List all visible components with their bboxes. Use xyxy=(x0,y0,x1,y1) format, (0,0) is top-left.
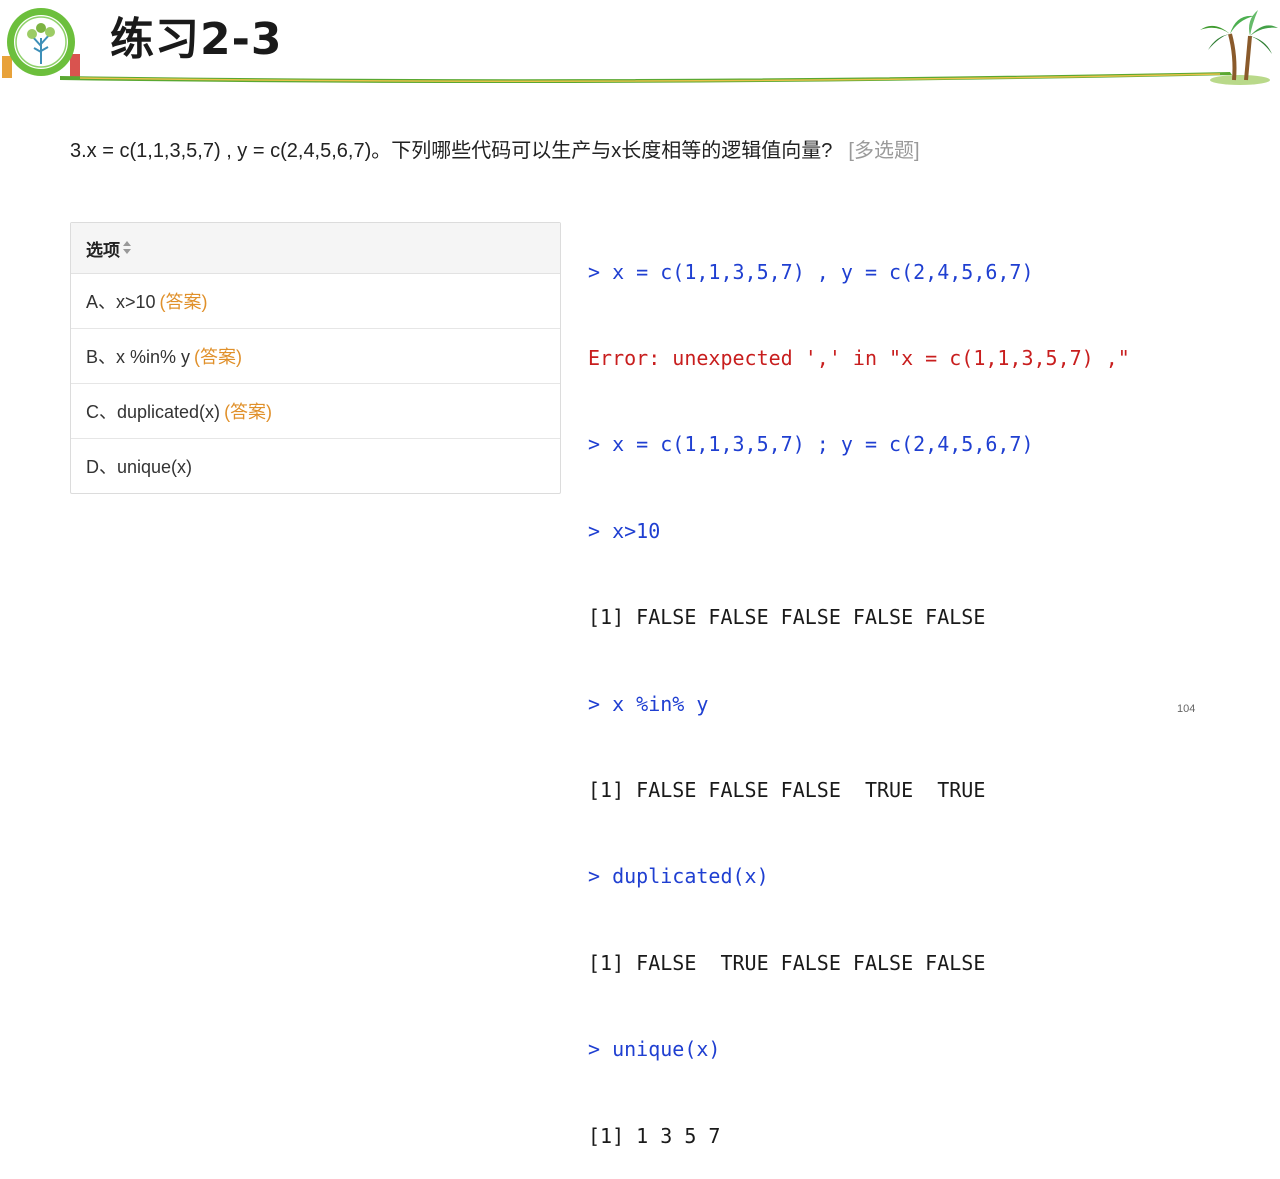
option-row-a[interactable]: A、x>10 (答案) xyxy=(71,274,560,329)
header-divider xyxy=(60,72,1232,84)
sort-icon[interactable] xyxy=(123,241,131,255)
console-output-line: [1] 1 3 5 7 xyxy=(588,1123,721,1148)
console-error-line: Error: unexpected ',' in "x = c(1,1,3,5,… xyxy=(588,345,1130,370)
palm-tree-icon xyxy=(1200,10,1278,85)
question-type-tag: [多选题] xyxy=(848,140,920,162)
options-header-label: 选项 xyxy=(86,240,120,260)
console-command-line: > x>10 xyxy=(588,518,661,543)
console-output-line: [1] FALSE FALSE FALSE FALSE FALSE xyxy=(588,605,986,630)
console-command-line: > x %in% y xyxy=(588,691,709,716)
console-command-line: > x = c(1,1,3,5,7) ; y = c(2,4,5,6,7) xyxy=(588,432,1034,457)
answer-mark: (答案) xyxy=(194,347,243,367)
answer-mark: (答案) xyxy=(224,402,273,422)
option-label: C、duplicated(x) xyxy=(86,402,221,422)
console-command-line: > duplicated(x) xyxy=(588,864,769,889)
question-text: 3.x = c(1,1,3,5,7) , y = c(2,4,5,6,7)。下列… xyxy=(70,136,920,166)
question-body: 3.x = c(1,1,3,5,7) , y = c(2,4,5,6,7)。下列… xyxy=(70,140,833,162)
options-header[interactable]: 选项 xyxy=(71,223,560,274)
options-table: 选项 A、x>10 (答案) B、x %in% y (答案) C、duplica… xyxy=(70,222,561,494)
console-output-line: [1] FALSE TRUE FALSE FALSE FALSE xyxy=(588,950,986,975)
console-output-line: [1] FALSE FALSE FALSE TRUE TRUE xyxy=(588,777,986,802)
console-command-line: > unique(x) xyxy=(588,1037,721,1062)
page-number: 104 xyxy=(1177,703,1196,715)
r-console-output: > x = c(1,1,3,5,7) , y = c(2,4,5,6,7) Er… xyxy=(588,200,1268,1179)
option-row-b[interactable]: B、x %in% y (答案) xyxy=(71,329,560,384)
answer-mark: (答案) xyxy=(159,292,208,312)
option-row-d[interactable]: D、unique(x) xyxy=(71,439,560,493)
option-label: D、unique(x) xyxy=(86,457,193,477)
option-label: A、x>10 xyxy=(86,292,156,312)
slide-title: 练习2-3 xyxy=(110,14,283,65)
option-label: B、x %in% y xyxy=(86,347,191,367)
option-row-c[interactable]: C、duplicated(x) (答案) xyxy=(71,384,560,439)
console-command-line: > x = c(1,1,3,5,7) , y = c(2,4,5,6,7) xyxy=(588,259,1034,284)
